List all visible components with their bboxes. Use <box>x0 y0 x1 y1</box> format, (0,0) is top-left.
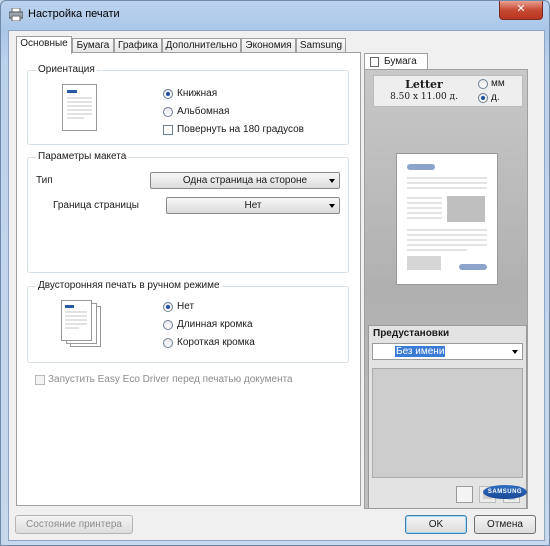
window-title: Настройка печати <box>28 8 120 20</box>
duplex-group: Двусторонняя печать в ручном режиме Нет … <box>27 280 349 363</box>
eco-driver-checkbox[interactable] <box>35 375 45 385</box>
preview-tab-label: Бумага <box>384 56 417 67</box>
presets-list[interactable] <box>372 368 523 478</box>
duplex-title: Двусторонняя печать в ручном режиме <box>36 280 222 291</box>
presets-title: Предустановки <box>373 328 450 339</box>
layout-type-value: Одна страница на стороне <box>182 175 308 186</box>
duplex-short-edge-radio[interactable] <box>163 338 173 348</box>
layout-title: Параметры макета <box>36 151 129 162</box>
tab-economy[interactable]: Экономия <box>241 38 296 53</box>
units-mm-label[interactable]: мм <box>491 78 505 89</box>
layout-type-select[interactable]: Одна страница на стороне <box>150 172 340 189</box>
duplex-long-edge-radio[interactable] <box>163 320 173 330</box>
duplex-short-edge-label[interactable]: Короткая кромка <box>177 337 255 348</box>
paper-info-box: Letter 8.50 x 11.00 д. мм д. <box>373 75 523 107</box>
duplex-pages-icon <box>61 300 101 347</box>
rotate-180-checkbox[interactable] <box>163 125 173 135</box>
duplex-none-radio[interactable] <box>163 302 173 312</box>
orientation-title: Ориентация <box>36 64 97 75</box>
chevron-down-icon <box>512 350 518 354</box>
units-mm-radio[interactable] <box>478 79 488 89</box>
orientation-portrait-label[interactable]: Книжная <box>177 88 217 99</box>
presets-select[interactable]: Без имени <box>372 343 523 360</box>
paper-size: 8.50 x 11.00 д. <box>390 92 458 102</box>
tab-basic[interactable]: Основные <box>16 36 72 54</box>
page-border-label: Граница страницы <box>53 200 139 211</box>
ok-button[interactable]: OK <box>405 515 467 534</box>
page-border-value: Нет <box>244 200 262 211</box>
close-button[interactable]: ✕ <box>499 1 543 20</box>
duplex-long-edge-label[interactable]: Длинная кромка <box>177 319 253 330</box>
orientation-portrait-radio[interactable] <box>163 89 173 99</box>
units-inch-label[interactable]: д. <box>491 92 500 103</box>
title-bar[interactable]: Настройка печати ✕ <box>1 1 549 29</box>
preview-tab-paper[interactable]: Бумага <box>364 53 428 70</box>
paper-name: Letter <box>405 78 443 91</box>
presets-value: Без имени <box>395 346 446 357</box>
dialog-client: Основные Бумага Графика Дополнительно Эк… <box>8 30 545 541</box>
print-settings-window: Настройка печати ✕ Основные Бумага Графи… <box>0 0 550 546</box>
paper-preview <box>396 153 498 285</box>
presets-panel: Предустановки Без имени <box>368 325 527 509</box>
tab-samsung[interactable]: Samsung <box>296 38 346 53</box>
tab-advanced[interactable]: Дополнительно <box>162 38 241 53</box>
chevron-down-icon <box>329 179 335 183</box>
printer-status-button[interactable]: Состояние принтера <box>15 515 133 534</box>
samsung-logo: SAMSUNG <box>483 485 527 499</box>
layout-group: Параметры макета Тип Одна страница на ст… <box>27 151 349 273</box>
units-inch-radio[interactable] <box>478 93 488 103</box>
tab-graphics[interactable]: Графика <box>114 38 162 53</box>
new-preset-button[interactable] <box>456 486 473 503</box>
rotate-180-label[interactable]: Повернуть на 180 градусов <box>177 124 304 135</box>
duplex-none-label[interactable]: Нет <box>177 301 194 312</box>
printer-icon <box>9 8 23 21</box>
portrait-page-icon <box>62 84 97 131</box>
chevron-down-icon <box>329 204 335 208</box>
eco-driver-label[interactable]: Запустить Easy Eco Driver перед печатью … <box>48 374 293 385</box>
orientation-landscape-label[interactable]: Альбомная <box>177 106 229 117</box>
preview-pane: Letter 8.50 x 11.00 д. мм д. Предустанов… <box>364 69 528 509</box>
document-preview-icon <box>407 164 487 270</box>
orientation-group: Ориентация Книжная Альбомная Повернуть н… <box>27 64 349 145</box>
orientation-landscape-radio[interactable] <box>163 107 173 117</box>
layout-type-label: Тип <box>36 175 53 186</box>
cancel-button[interactable]: Отмена <box>474 515 536 534</box>
basic-tab-panel: Ориентация Книжная Альбомная Повернуть н… <box>16 52 361 506</box>
page-border-select[interactable]: Нет <box>166 197 340 214</box>
tab-paper[interactable]: Бумага <box>72 38 114 53</box>
page-icon <box>370 57 379 67</box>
